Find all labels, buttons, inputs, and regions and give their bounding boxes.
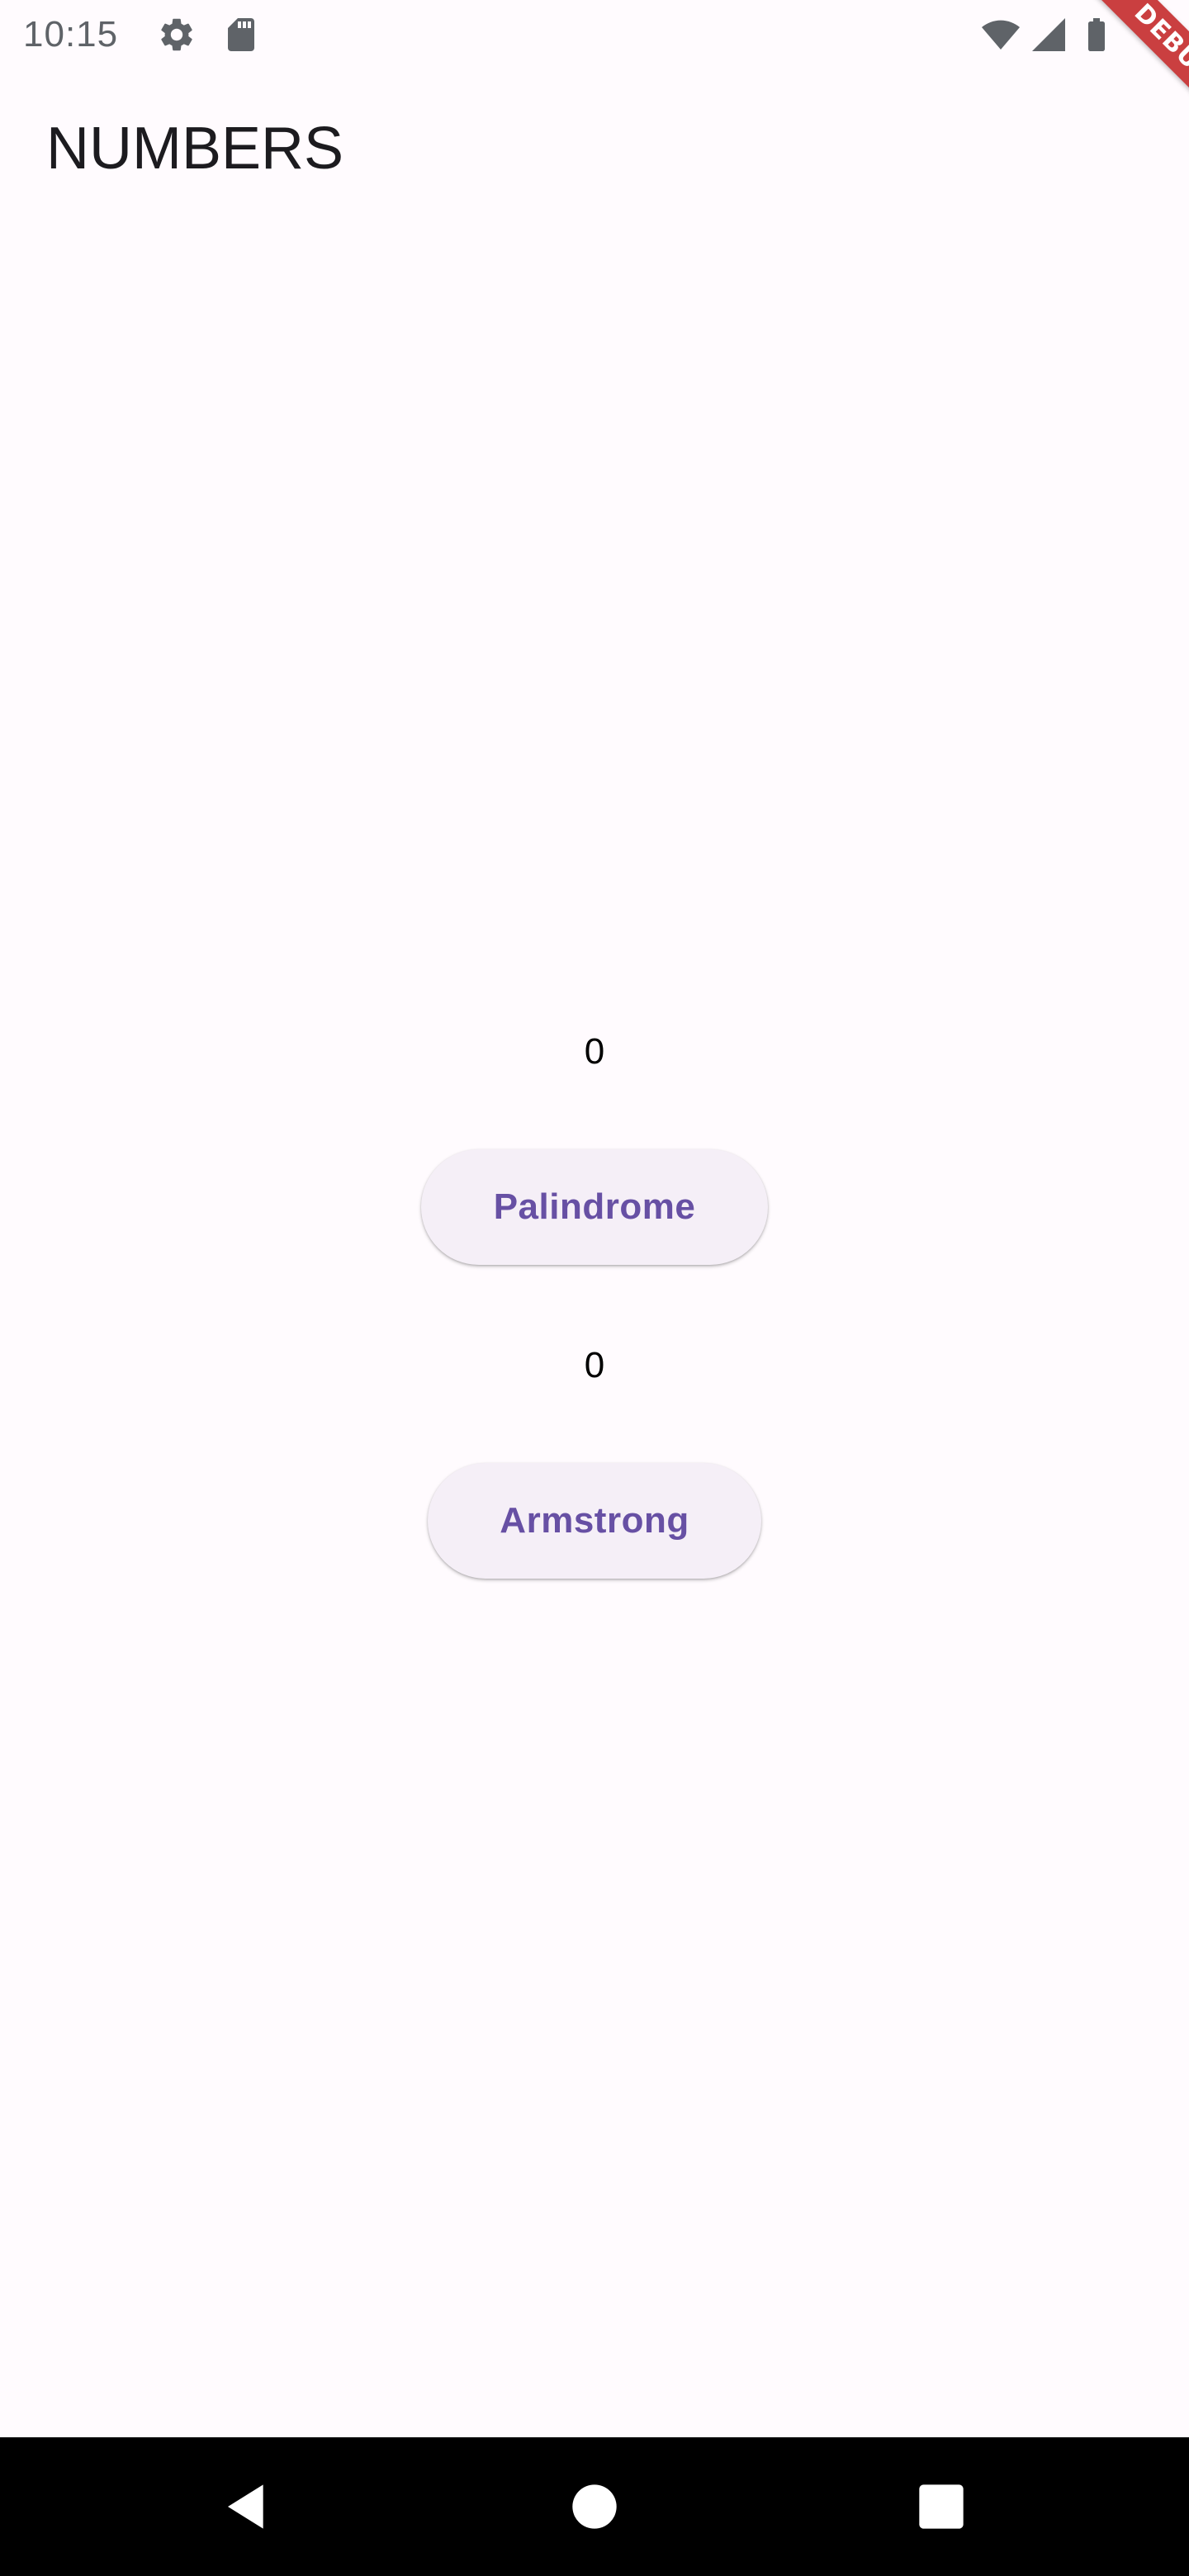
status-bar: 10:15	[0, 0, 1189, 69]
back-icon[interactable]	[221, 2480, 274, 2533]
status-time: 10:15	[23, 14, 119, 54]
home-icon[interactable]	[568, 2480, 621, 2533]
cellular-signal-icon	[1029, 15, 1068, 54]
wifi-icon	[981, 15, 1021, 54]
battery-icon	[1077, 15, 1116, 54]
armstrong-button[interactable]: Armstrong	[428, 1463, 761, 1579]
sd-card-icon	[221, 15, 261, 54]
app-bar-title: NUMBERS	[46, 116, 344, 182]
palindrome-button[interactable]: Palindrome	[421, 1149, 768, 1265]
armstrong-count: 0	[584, 1345, 605, 1385]
recents-icon[interactable]	[915, 2480, 968, 2533]
palindrome-count: 0	[584, 1031, 605, 1072]
navigation-bar	[0, 2437, 1189, 2576]
gear-icon	[157, 15, 197, 54]
